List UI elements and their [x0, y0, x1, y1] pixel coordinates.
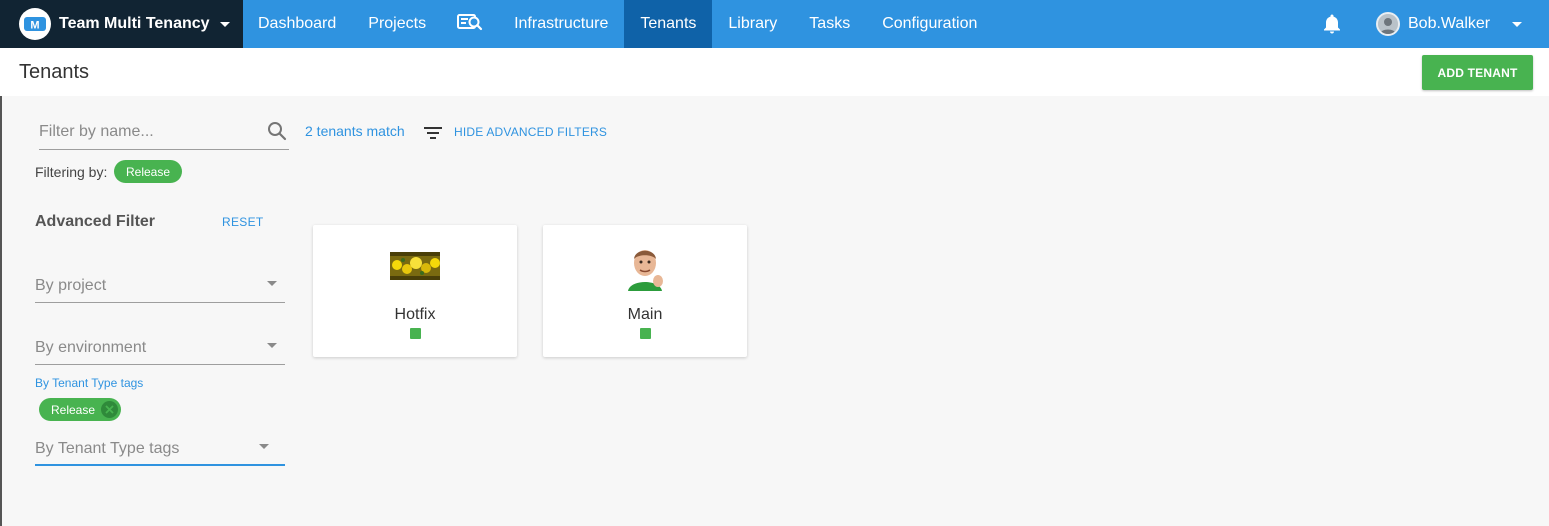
environment-select-label: By environment	[35, 339, 147, 356]
environment-status-indicator	[410, 328, 421, 339]
main-nav: Dashboard Projects Infrastructure Tenant…	[242, 0, 993, 48]
tenant-tags-field-label: By Tenant Type tags	[35, 376, 144, 390]
bell-icon[interactable]	[1322, 13, 1342, 35]
octopus-logo-icon: M	[19, 8, 51, 40]
active-filter-chip: Release	[114, 160, 183, 183]
user-avatar	[1376, 12, 1400, 36]
search-deployments-icon	[457, 13, 483, 36]
match-count: 2 tenants match	[305, 123, 405, 139]
space-switcher[interactable]: M Team Multi Tenancy	[0, 0, 243, 48]
svg-text:M: M	[30, 20, 39, 32]
search-field	[39, 115, 289, 150]
filtering-by-label: Filtering by:	[35, 164, 108, 180]
username: Bob.Walker	[1408, 15, 1491, 32]
search-input[interactable]	[39, 120, 259, 144]
dropdown-arrow-icon	[259, 444, 269, 449]
reset-filters-button[interactable]: RESET	[222, 215, 264, 229]
page-header: Tenants ADD TENANT	[0, 48, 1549, 96]
tenant-tag-chip: Release	[39, 398, 122, 421]
tenant-card-hotfix[interactable]: Hotfix	[313, 225, 517, 357]
advanced-filter-title: Advanced Filter	[35, 213, 156, 230]
tenant-logo-image	[390, 252, 440, 285]
add-tenant-button[interactable]: ADD TENANT	[1422, 55, 1533, 90]
nav-search-deployments[interactable]	[442, 0, 498, 48]
nav-configuration[interactable]: Configuration	[866, 0, 993, 48]
dropdown-arrow-icon	[267, 281, 277, 286]
tenant-name: Hotfix	[394, 306, 436, 323]
environment-status-indicator	[640, 328, 651, 339]
remove-chip-icon[interactable]	[101, 401, 119, 418]
tenant-tags-select-label: By Tenant Type tags	[35, 440, 180, 457]
project-select-label: By project	[35, 277, 107, 294]
nav-library[interactable]: Library	[712, 0, 793, 48]
window-edge	[0, 96, 2, 526]
nav-infrastructure[interactable]: Infrastructure	[498, 0, 624, 48]
top-navigation: M Team Multi Tenancy Dashboard Projects …	[0, 0, 1549, 48]
project-select[interactable]: By project	[35, 271, 285, 303]
tenant-name: Main	[627, 306, 663, 323]
search-icon[interactable]	[267, 121, 287, 141]
user-menu[interactable]: Bob.Walker	[1376, 0, 1523, 48]
tenant-logo-image	[622, 241, 668, 296]
hide-advanced-filters-button[interactable]: HIDE ADVANCED FILTERS	[454, 125, 607, 139]
page-title: Tenants	[19, 61, 90, 83]
nav-tasks[interactable]: Tasks	[793, 0, 866, 48]
nav-projects[interactable]: Projects	[352, 0, 442, 48]
tenant-tag-chip-label: Release	[51, 402, 96, 417]
nav-tenants[interactable]: Tenants	[624, 0, 713, 48]
tenant-tags-select[interactable]: By Tenant Type tags	[35, 434, 285, 466]
filter-list-icon[interactable]	[424, 126, 442, 140]
chevron-down-icon	[219, 21, 230, 27]
space-name: Team Multi Tenancy	[59, 15, 210, 32]
nav-dashboard[interactable]: Dashboard	[242, 0, 352, 48]
tenant-card-main[interactable]: Main	[543, 225, 747, 357]
chevron-down-icon	[1512, 21, 1523, 27]
dropdown-arrow-icon	[267, 343, 277, 348]
environment-select[interactable]: By environment	[35, 333, 285, 365]
